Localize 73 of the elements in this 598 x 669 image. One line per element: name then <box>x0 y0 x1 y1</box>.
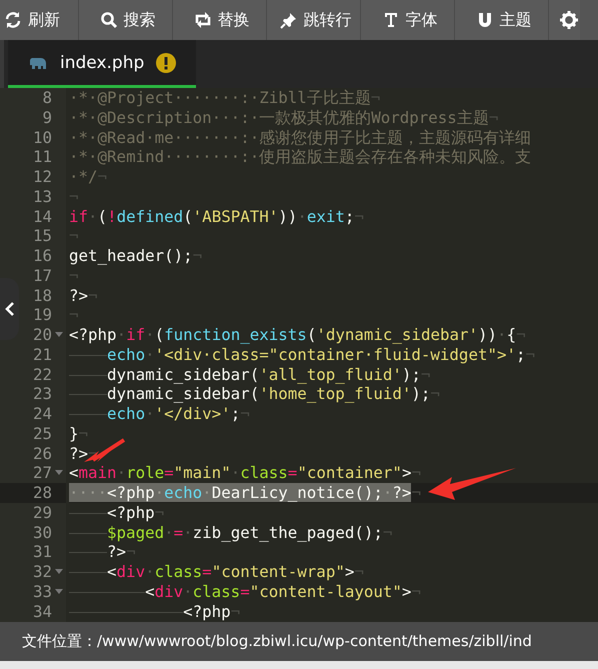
code-line: $paged·=·zib_get_the_paged();¬ <box>69 522 392 542</box>
line-number: 29 <box>32 502 52 522</box>
collapse-handle[interactable] <box>0 278 19 340</box>
code-line: if·(!defined('ABSPATH'))·exit;¬ <box>69 206 364 226</box>
code-line: ?>¬ <box>69 286 98 306</box>
line-number: 26 <box>32 444 52 464</box>
code-line: ?>¬ <box>69 542 136 562</box>
code-line: <?php¬ <box>69 602 240 622</box>
code-line: <?php·if·(function_exists('dynamic_sidebar'))·{¬ <box>69 325 526 345</box>
code-line: ¬ <box>69 186 79 206</box>
line-number: 10 <box>32 128 52 148</box>
settings-button[interactable] <box>549 0 580 40</box>
fold-arrow-icon[interactable] <box>55 470 63 476</box>
code-line: ·*/¬ <box>69 167 108 187</box>
fold-arrow-icon[interactable] <box>55 588 63 595</box>
line-number: 34 <box>32 602 52 622</box>
line-number: 32 <box>32 562 52 582</box>
line-number: 27 <box>32 463 52 483</box>
line-number: 13 <box>32 186 52 206</box>
line-number: 23 <box>32 384 52 404</box>
refresh-icon <box>4 11 22 29</box>
line-number: 33 <box>32 582 52 602</box>
code-line: ·*·@Read·me·······:·感谢您使用子比主题，主题源码有详细 <box>69 128 532 148</box>
fold-arrow-icon[interactable] <box>55 332 63 338</box>
file-path: 文件位置：/www/wwwroot/blog.zbiwl.icu/wp-content/themes/zibll/ind <box>22 632 532 651</box>
line-number: 18 <box>32 286 52 306</box>
code-line: ····<?php·echo·DearLicy_notice();·?>¬ <box>69 483 421 503</box>
code-line: dynamic_sidebar('home_top_fluid');¬ <box>69 384 440 404</box>
code-line: ¬ <box>69 305 79 325</box>
code-line: echo·'<div·class="container·fluid-widget">';¬ <box>69 344 536 364</box>
code-line: get_header();¬ <box>69 246 202 266</box>
line-number: 9 <box>42 108 52 128</box>
line-number: 24 <box>32 404 52 424</box>
line-number: 11 <box>32 147 52 167</box>
file-tab[interactable]: index.php <box>8 40 196 88</box>
code-line: ·*·@Remind········:·使用盗版主题会存在各种未知风险。支 <box>69 147 532 167</box>
code-line: <?php¬ <box>69 502 164 522</box>
code-line: ¬ <box>69 226 79 246</box>
settings-icon <box>560 11 578 29</box>
pin-icon <box>280 11 298 29</box>
chevron-left-icon <box>4 301 14 317</box>
code-line: <div·class="content-layout">¬ <box>69 582 421 602</box>
line-number: 14 <box>32 206 52 226</box>
code-line: ·*·@Project·······:·Zibll子比主题¬ <box>69 88 380 108</box>
line-number: 31 <box>32 542 52 562</box>
code-line: echo·'</div>';¬ <box>69 404 250 424</box>
line-number: 20 <box>32 325 52 345</box>
code-line: <main·role="main"·class="container">¬ <box>69 463 421 483</box>
line-number: 17 <box>32 266 52 286</box>
toolbar-button[interactable]: 搜索 <box>79 0 173 40</box>
code-line: dynamic_sidebar('all_top_fluid');¬ <box>69 364 430 384</box>
code-line: <div·class="content-wrap">¬ <box>69 562 364 582</box>
line-number: 28 <box>32 483 52 503</box>
toolbar-button[interactable]: 跳转行 <box>267 0 361 40</box>
repeat-arrows-icon <box>194 11 212 29</box>
code-line: }¬ <box>69 424 88 444</box>
line-number: 8 <box>42 88 52 108</box>
line-number: 21 <box>32 344 52 364</box>
line-number: 15 <box>32 226 52 246</box>
line-number: 12 <box>32 167 52 187</box>
code-line: ·*·@Description···:·一款极其优雅的Wordpress主题¬ <box>69 108 498 128</box>
line-number: 25 <box>32 424 52 444</box>
line-number: 30 <box>32 522 52 542</box>
line-number: 19 <box>32 305 52 325</box>
line-number: 22 <box>32 364 52 384</box>
fold-arrow-icon[interactable] <box>55 568 63 575</box>
search-icon <box>100 11 118 29</box>
code-line: ¬ <box>69 266 79 286</box>
line-number: 16 <box>32 246 52 266</box>
toolbar-button[interactable]: 刷新 <box>0 0 79 40</box>
toolbar-button[interactable]: 字体 <box>361 0 455 40</box>
toolbar-button[interactable]: 主题 <box>455 0 549 40</box>
toolbar-button[interactable]: 替换 <box>173 0 267 40</box>
